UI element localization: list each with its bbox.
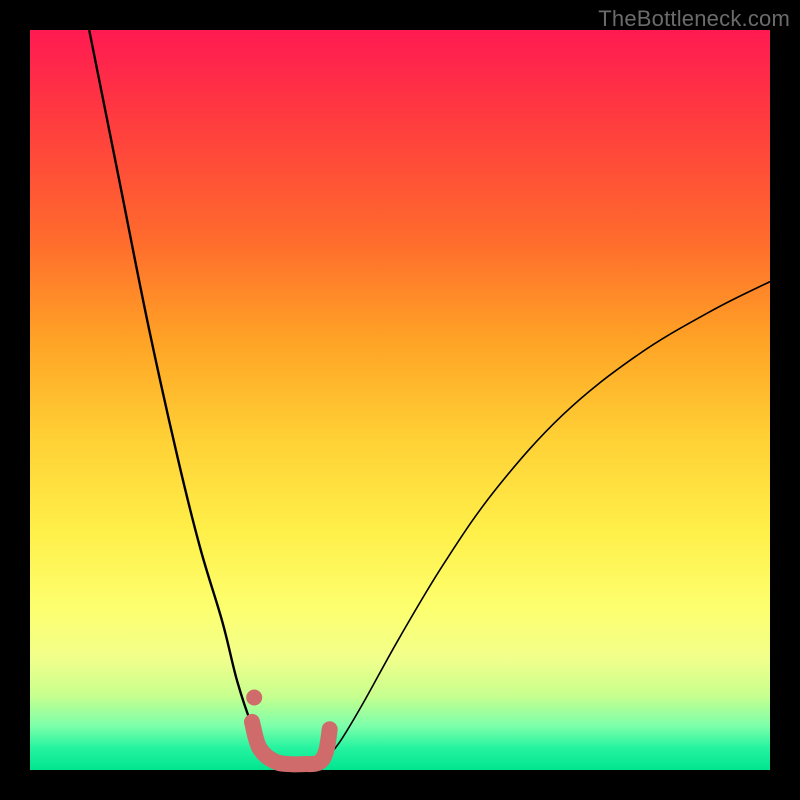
chart-svg [30,30,770,770]
watermark-text: TheBottleneck.com [598,6,790,32]
chart-frame: TheBottleneck.com [0,0,800,800]
plot-area [30,30,770,770]
